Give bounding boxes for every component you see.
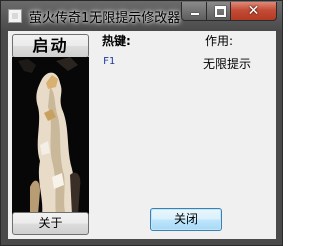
title-bar[interactable]: 萤火传奇1无限提示修改器 ✕	[1, 1, 282, 31]
app-icon	[8, 9, 22, 23]
close-button[interactable]: 关闭	[150, 208, 222, 231]
hotkey-effect: 无限提示	[203, 57, 252, 71]
window-title: 萤火传奇1无限提示修改器	[29, 11, 181, 26]
minimize-button[interactable]	[181, 2, 207, 21]
client-area: 启动 关于 热键: 作用: F1 无限提示 关闭	[8, 31, 276, 239]
artwork-figure-graphic	[12, 57, 89, 215]
app-window: 萤火传奇1无限提示修改器 ✕ 启动 关于 热键: 作用: F1 无限提示 关闭	[0, 0, 283, 246]
hotkey-key: F1	[103, 56, 116, 67]
hotkey-column-header: 热键:	[102, 34, 131, 48]
window-close-button[interactable]: ✕	[230, 2, 277, 21]
maximize-icon	[215, 6, 226, 17]
about-button[interactable]: 关于	[12, 212, 89, 235]
caption-buttons: ✕	[181, 2, 277, 21]
maximize-button[interactable]	[206, 2, 231, 21]
close-icon: ✕	[247, 3, 260, 19]
start-button[interactable]: 启动	[12, 34, 89, 58]
effect-column-header: 作用:	[205, 34, 234, 48]
game-artwork-image	[12, 57, 89, 215]
minimize-icon	[191, 13, 199, 15]
